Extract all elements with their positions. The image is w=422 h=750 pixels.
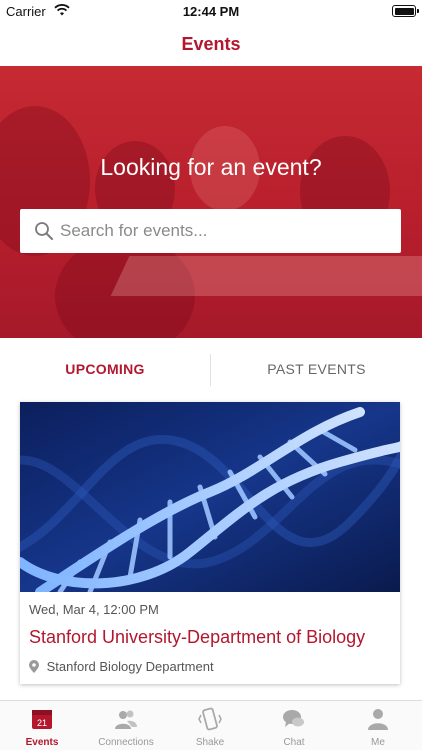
tabbar-label-connections: Connections (98, 737, 154, 748)
tabbar-item-shake[interactable]: Shake (168, 701, 252, 750)
navigation-bar: Events (0, 22, 422, 66)
tabbar-label-me: Me (371, 737, 385, 748)
hero-banner: Looking for an event? (0, 66, 422, 338)
tabbar-item-me[interactable]: Me (336, 701, 420, 750)
person-icon (368, 709, 388, 730)
event-location-text: Stanford Biology Department (46, 659, 214, 674)
tab-past-events[interactable]: PAST EVENTS (211, 338, 422, 400)
event-date: Wed, Mar 4, 12:00 PM (29, 602, 159, 617)
tabbar-item-connections[interactable]: Connections (84, 701, 168, 750)
event-image-dna (20, 402, 400, 592)
calendar-day-text: 21 (37, 718, 47, 728)
search-box[interactable] (20, 209, 401, 253)
hero-title: Looking for an event? (100, 154, 322, 180)
status-time: 12:44 PM (182, 4, 240, 19)
tabbar-label-events: Events (25, 737, 59, 748)
event-location: Stanford Biology Department (29, 659, 214, 674)
bottom-tab-bar: 21 Events Connections Shake Chat Me (0, 700, 422, 750)
location-pin-icon (29, 660, 39, 673)
status-bar: Carrier 12:44 PM (0, 0, 422, 22)
battery-icon (392, 5, 419, 17)
search-icon (35, 222, 53, 240)
event-tabs: UPCOMING PAST EVENTS (0, 338, 422, 400)
tab-upcoming[interactable]: UPCOMING (0, 338, 210, 400)
search-input[interactable] (60, 209, 390, 253)
event-title[interactable]: Stanford University-Department of Biolog… (29, 627, 391, 648)
event-list: Wed, Mar 4, 12:00 PM Stanford University… (0, 400, 422, 700)
people-icon (115, 710, 137, 729)
event-card[interactable]: Wed, Mar 4, 12:00 PM Stanford University… (20, 402, 400, 684)
calendar-icon: 21 (32, 710, 52, 729)
shake-phone-icon (198, 707, 222, 731)
tabbar-item-events[interactable]: 21 Events (0, 701, 84, 750)
tabbar-label-shake: Shake (195, 737, 225, 748)
tabbar-label-chat: Chat (283, 737, 305, 748)
tabbar-item-chat[interactable]: Chat (252, 701, 336, 750)
page-title: Events (181, 34, 241, 54)
chat-bubbles-icon (283, 710, 304, 727)
